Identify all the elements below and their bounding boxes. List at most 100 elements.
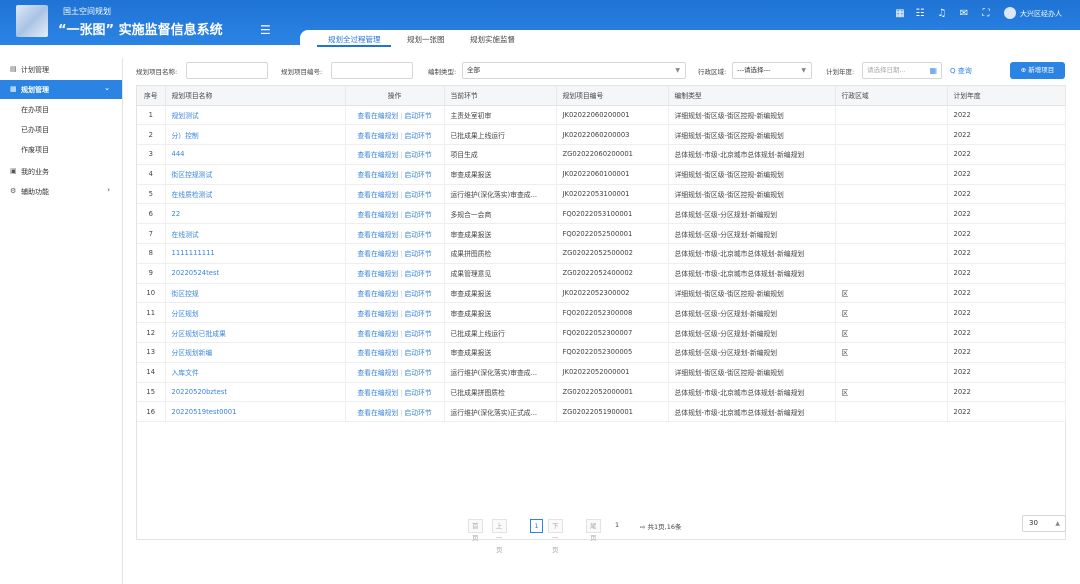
view-plan-link[interactable]: 查看在编规划	[357, 270, 398, 278]
region-select[interactable]: ---请选择--- ▼	[732, 62, 812, 79]
action-separator: |	[400, 111, 403, 120]
cell-project-name[interactable]: 分区规划已批成果	[165, 322, 346, 344]
cell-current-step: 主责处室初审	[444, 105, 557, 126]
list-icon[interactable]: ☷	[914, 8, 926, 20]
cell-project-name[interactable]: 22	[165, 203, 346, 225]
view-plan-link[interactable]: 查看在编规划	[357, 310, 398, 318]
sidebar-item-my-business[interactable]: ▣ 我的业务	[0, 162, 122, 181]
view-plan-link[interactable]: 查看在编规划	[357, 191, 398, 199]
view-plan-link[interactable]: 查看在编规划	[357, 389, 398, 397]
current-page[interactable]: 1	[530, 519, 543, 533]
cell-project-name[interactable]: 街区控规	[165, 283, 346, 304]
view-plan-link[interactable]: 查看在编规划	[357, 211, 398, 219]
sidebar-item-completed[interactable]: 已办项目	[0, 120, 122, 139]
project-code-input[interactable]	[331, 62, 413, 79]
view-plan-link[interactable]: 查看在编规划	[357, 349, 398, 357]
cell-plan-year: 2022	[947, 401, 1066, 423]
start-step-link[interactable]: 启动环节	[404, 211, 431, 219]
view-plan-link[interactable]: 查看在编规划	[357, 231, 398, 239]
cell-project-name[interactable]: 分区规划	[165, 302, 346, 324]
action-separator: |	[400, 270, 403, 279]
sidebar-item-in-progress[interactable]: 在办项目	[0, 100, 122, 119]
avatar[interactable]	[1004, 7, 1016, 19]
query-button[interactable]: Q 查询	[950, 66, 972, 76]
start-step-link[interactable]: 启动环节	[404, 409, 431, 417]
sidebar-item-plan-management[interactable]: ▤ 计划管理	[0, 60, 122, 79]
last-page-button[interactable]: 尾页	[586, 519, 601, 542]
add-project-button[interactable]: ⊕ 新增项目	[1010, 62, 1065, 79]
cell-project-name[interactable]: 20220519test0001	[165, 401, 346, 423]
start-step-link[interactable]: 启动环节	[404, 231, 431, 239]
tab-plan-map[interactable]: 规划一张图	[407, 34, 445, 45]
view-plan-link[interactable]: 查看在编规划	[357, 171, 398, 179]
page-size-select[interactable]: 30 ▲	[1022, 515, 1066, 532]
cell-region	[835, 401, 948, 423]
page-number-input[interactable]: 1	[615, 521, 619, 529]
table-row: 13 分区规划新编 查看在编规划 | 启动环节 审查成果报送 FQ0202205230000…	[137, 342, 1066, 363]
mail-icon[interactable]: ✉	[958, 8, 970, 20]
view-plan-link[interactable]: 查看在编规划	[357, 112, 398, 120]
cell-index: 12	[137, 322, 166, 344]
first-page-button[interactable]: 首页	[468, 519, 483, 542]
start-step-link[interactable]: 启动环节	[404, 151, 431, 159]
cell-plan-year: 2022	[947, 382, 1066, 403]
view-plan-link[interactable]: 查看在编规划	[357, 250, 398, 258]
cell-project-name[interactable]: 分）控制	[165, 124, 346, 146]
grid-icon[interactable]: ▦	[894, 8, 906, 20]
cell-project-name[interactable]: 20220520bztest	[165, 382, 346, 403]
cell-plan-year: 2022	[947, 342, 1066, 363]
next-page-button[interactable]: 下一页	[548, 519, 563, 554]
col-header-type: 编制类型	[668, 86, 836, 106]
cell-index: 15	[137, 382, 166, 403]
view-plan-link[interactable]: 查看在编规划	[357, 151, 398, 159]
action-separator: |	[400, 369, 403, 378]
view-plan-link[interactable]: 查看在编规划	[357, 409, 398, 417]
start-step-link[interactable]: 启动环节	[404, 250, 431, 258]
start-step-link[interactable]: 启动环节	[404, 191, 431, 199]
start-step-link[interactable]: 启动环节	[404, 330, 431, 338]
view-plan-link[interactable]: 查看在编规划	[357, 369, 398, 377]
cell-project-name[interactable]: 分区规划新编	[165, 342, 346, 363]
project-name-input[interactable]	[186, 62, 268, 79]
fullscreen-icon[interactable]: ⛶	[980, 8, 992, 20]
sidebar-item-auxiliary[interactable]: ⚙ 辅助功能 ›	[0, 182, 122, 201]
plan-year-placeholder: 请选择日期...	[867, 66, 906, 74]
menu-toggle-icon[interactable]: ☰	[260, 24, 271, 36]
view-plan-link[interactable]: 查看在编规划	[357, 290, 398, 298]
start-step-link[interactable]: 启动环节	[404, 349, 431, 357]
cell-project-name[interactable]: 20220524test	[165, 263, 346, 284]
cell-current-step: 审查成果报送	[444, 164, 557, 185]
cell-region: 区	[835, 322, 948, 344]
cell-actions: 查看在编规划 | 启动环节	[345, 243, 445, 264]
start-step-link[interactable]: 启动环节	[404, 171, 431, 179]
cell-project-name[interactable]: 在线质检测试	[165, 184, 346, 205]
start-step-link[interactable]: 启动环节	[404, 310, 431, 318]
view-plan-link[interactable]: 查看在编规划	[357, 330, 398, 338]
start-step-link[interactable]: 启动环节	[404, 112, 431, 120]
cell-project-name[interactable]: 444	[165, 144, 346, 165]
tab-process-management[interactable]: 规划全过程管理	[328, 34, 381, 45]
sidebar-item-voided[interactable]: 作废项目	[0, 140, 122, 159]
cell-index: 2	[137, 124, 166, 146]
cell-project-name[interactable]: 街区控规测试	[165, 164, 346, 185]
prev-page-button[interactable]: 上一页	[492, 519, 507, 554]
tab-implementation-supervision[interactable]: 规划实施监督	[470, 34, 515, 45]
start-step-link[interactable]: 启动环节	[404, 270, 431, 278]
cell-project-name[interactable]: 规划测试	[165, 105, 346, 126]
cell-project-name[interactable]: 1111111111	[165, 243, 346, 264]
start-step-link[interactable]: 启动环节	[404, 389, 431, 397]
cell-project-name[interactable]: 入库文件	[165, 362, 346, 383]
start-step-link[interactable]: 启动环节	[404, 290, 431, 298]
compile-type-label: 编制类型:	[428, 68, 457, 76]
sidebar-item-planning-management[interactable]: ▦ 规划管理 ⌄	[0, 80, 122, 99]
cell-project-name[interactable]: 在线测试	[165, 223, 346, 245]
plan-year-input[interactable]: 请选择日期... ▦	[862, 62, 942, 79]
username[interactable]: 大兴区经办人	[1020, 9, 1062, 19]
compile-type-select[interactable]: 全部 ▼	[462, 62, 686, 79]
start-step-link[interactable]: 启动环节	[404, 369, 431, 377]
calendar-icon[interactable]: ▦	[929, 63, 937, 78]
cell-plan-year: 2022	[947, 263, 1066, 284]
start-step-link[interactable]: 启动环节	[404, 132, 431, 140]
view-plan-link[interactable]: 查看在编规划	[357, 132, 398, 140]
bell-icon[interactable]: ♫	[936, 8, 948, 20]
